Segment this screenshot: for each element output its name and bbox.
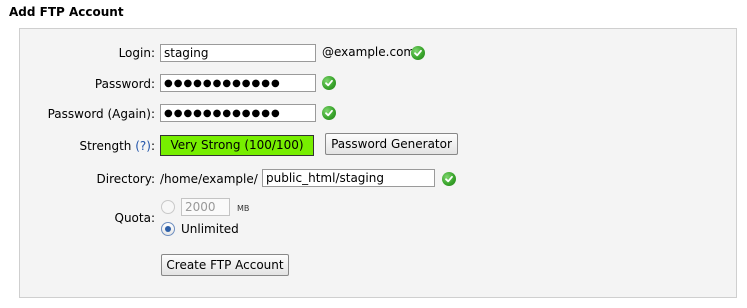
create-ftp-account-button[interactable]: Create FTP Account [161,254,289,276]
directory-prefix: /home/example/ [160,172,258,186]
password-strength-meter: Very Strong (100/100) [160,135,314,156]
page-title: Add FTP Account [9,5,124,19]
password-again-input[interactable] [160,104,316,122]
login-input[interactable] [160,44,316,62]
quota-unlimited-label: Unlimited [181,222,239,236]
login-domain-suffix: @example.com [322,45,416,59]
quota-limit-input[interactable] [181,198,230,216]
directory-valid-check-icon [442,172,456,186]
add-ftp-account-form: Login: @example.com Password: Password (… [19,28,737,298]
login-label: Login: [118,46,155,60]
password-label: Password: [94,77,155,91]
password-valid-check-icon [322,76,336,90]
password-again-label: Password (Again): [47,107,155,121]
directory-label: Directory: [96,172,155,186]
password-again-valid-check-icon [322,106,336,120]
password-generator-button[interactable]: Password Generator [325,133,458,155]
directory-input[interactable] [262,169,435,187]
quota-unlimited-radio[interactable] [161,222,175,236]
password-input[interactable] [160,74,316,92]
quota-unit: MB [237,204,250,213]
login-valid-check-icon [411,46,425,60]
quota-limited-radio[interactable] [161,200,175,214]
quota-label: Quota: [114,211,156,225]
strength-label: Strength (?): [79,139,155,153]
strength-help-link[interactable]: (?) [135,139,151,153]
